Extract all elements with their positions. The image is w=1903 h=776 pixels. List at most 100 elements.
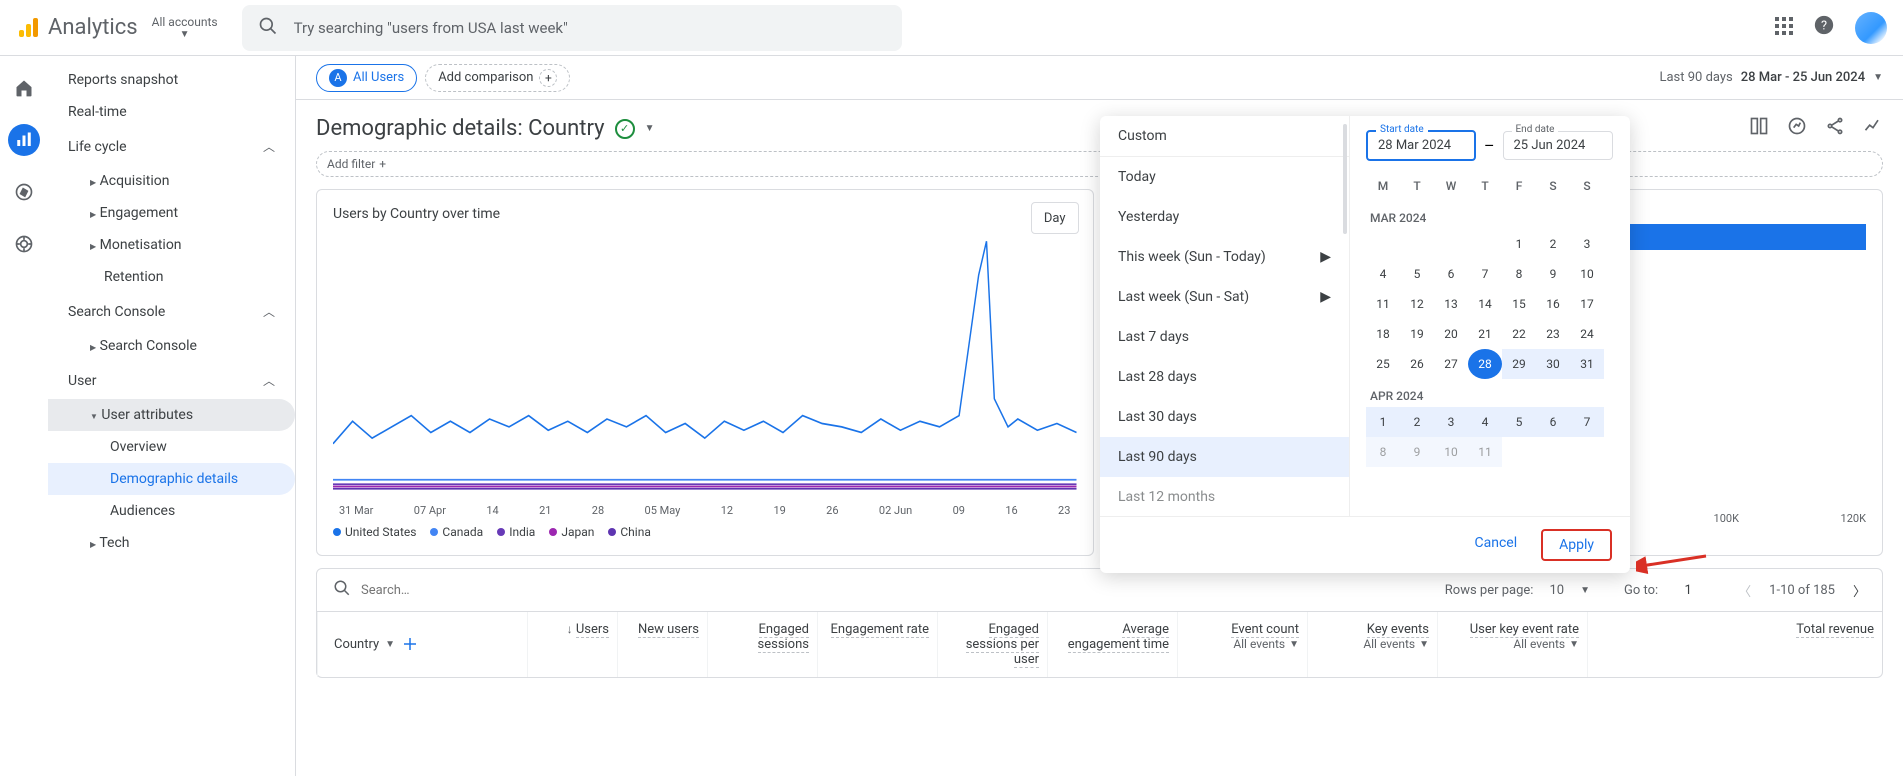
- calendar-day[interactable]: 7: [1468, 259, 1502, 289]
- calendar-day[interactable]: 5: [1502, 407, 1536, 437]
- calendar-day[interactable]: 18: [1366, 319, 1400, 349]
- calendar-day[interactable]: 23: [1536, 319, 1570, 349]
- sidebar-search-console[interactable]: ▶ Search Console: [48, 330, 295, 362]
- legend-item[interactable]: Japan: [549, 525, 594, 539]
- sidebar-retention[interactable]: Retention: [48, 261, 295, 293]
- calendar-day[interactable]: 8: [1502, 259, 1536, 289]
- search-box[interactable]: Try searching "users from USA last week": [242, 5, 902, 51]
- calendar-day[interactable]: 15: [1502, 289, 1536, 319]
- rail-reports[interactable]: [8, 124, 40, 156]
- calendar-day[interactable]: 17: [1570, 289, 1604, 319]
- rail-advertising[interactable]: [8, 228, 40, 260]
- preset-this-week[interactable]: This week (Sun - Today)▶: [1100, 237, 1349, 277]
- scrollbar[interactable]: [1343, 124, 1347, 234]
- cancel-button[interactable]: Cancel: [1464, 529, 1527, 561]
- sidebar-realtime[interactable]: Real-time: [48, 96, 295, 128]
- sidebar-section-search-console[interactable]: Search Console︿: [48, 293, 295, 330]
- th-new-users[interactable]: New users: [617, 612, 707, 677]
- calendar-day[interactable]: 25: [1366, 349, 1400, 379]
- calendar-day[interactable]: 26: [1400, 349, 1434, 379]
- trend-icon[interactable]: [1863, 116, 1883, 141]
- chip-add-comparison[interactable]: Add comparison +: [425, 64, 570, 92]
- calendar-day[interactable]: 2: [1536, 229, 1570, 259]
- calendar-day[interactable]: 3: [1570, 229, 1604, 259]
- preset-yesterday[interactable]: Yesterday: [1100, 197, 1349, 237]
- add-dimension-icon[interactable]: [401, 635, 421, 655]
- logo-box[interactable]: Analytics: [16, 15, 138, 40]
- calendar-day[interactable]: 10: [1434, 437, 1468, 467]
- th-total-revenue[interactable]: Total revenue: [1587, 612, 1882, 677]
- sidebar-user-attributes[interactable]: ▼ User attributes: [48, 399, 295, 431]
- preset-custom[interactable]: Custom: [1100, 116, 1349, 156]
- help-icon[interactable]: ?: [1813, 14, 1835, 41]
- calendar-day[interactable]: 3: [1434, 407, 1468, 437]
- legend-item[interactable]: United States: [333, 525, 416, 539]
- sidebar-section-lifecycle[interactable]: Life cycle︿: [48, 128, 295, 165]
- calendar-day[interactable]: 9: [1400, 437, 1434, 467]
- account-selector[interactable]: All accounts ▼: [152, 15, 218, 40]
- th-engagement-rate[interactable]: Engagement rate: [817, 612, 937, 677]
- sidebar-overview[interactable]: Overview: [48, 431, 295, 463]
- apps-grid-icon[interactable]: [1775, 16, 1793, 40]
- calendar-day[interactable]: 29: [1502, 349, 1536, 379]
- preset-last7[interactable]: Last 7 days: [1100, 317, 1349, 357]
- calendar-day[interactable]: 9: [1536, 259, 1570, 289]
- th-event-count[interactable]: Event countAll events ▼: [1177, 612, 1307, 677]
- preset-last30[interactable]: Last 30 days: [1100, 397, 1349, 437]
- calendar-day[interactable]: 6: [1536, 407, 1570, 437]
- chip-all-users[interactable]: A All Users: [316, 64, 417, 92]
- check-badge-icon[interactable]: ✓: [615, 119, 635, 139]
- sidebar-reports-snapshot[interactable]: Reports snapshot: [48, 64, 295, 96]
- legend-item[interactable]: Canada: [430, 525, 483, 539]
- end-date-input[interactable]: End date 25 Jun 2024: [1503, 131, 1613, 160]
- th-avg-engagement-time[interactable]: Average engagement time: [1047, 612, 1177, 677]
- legend-item[interactable]: India: [497, 525, 535, 539]
- calendar-day[interactable]: 11: [1366, 289, 1400, 319]
- calendar-day[interactable]: 24: [1570, 319, 1604, 349]
- sidebar-section-user[interactable]: User︿: [48, 362, 295, 399]
- caret-down-icon[interactable]: ▼: [645, 123, 655, 134]
- th-key-events[interactable]: Key eventsAll events ▼: [1307, 612, 1437, 677]
- apply-button[interactable]: Apply: [1541, 529, 1612, 561]
- sidebar-engagement[interactable]: ▶ Engagement: [48, 197, 295, 229]
- preset-last28[interactable]: Last 28 days: [1100, 357, 1349, 397]
- calendar-day[interactable]: 1: [1502, 229, 1536, 259]
- start-date-input[interactable]: Start date 28 Mar 2024: [1366, 130, 1476, 161]
- calendar-day[interactable]: 8: [1366, 437, 1400, 467]
- calendar-day[interactable]: 4: [1468, 407, 1502, 437]
- prev-page-icon[interactable]: 〈: [1738, 581, 1751, 600]
- calendar-day[interactable]: 31: [1570, 349, 1604, 379]
- next-page-icon[interactable]: 〉: [1853, 581, 1866, 600]
- calendar-day[interactable]: 5: [1400, 259, 1434, 289]
- legend-item[interactable]: China: [608, 525, 651, 539]
- caret-down-icon[interactable]: ▼: [1580, 585, 1590, 596]
- date-range-picker-trigger[interactable]: Last 90 days 28 Mar - 25 Jun 2024 ▼: [1659, 70, 1883, 85]
- calendar-day[interactable]: 20: [1434, 319, 1468, 349]
- table-search-input[interactable]: [361, 583, 561, 598]
- th-users[interactable]: ↓ Users: [527, 612, 617, 677]
- th-engaged-sessions[interactable]: Engaged sessions: [707, 612, 817, 677]
- preset-last90[interactable]: Last 90 days: [1100, 437, 1349, 477]
- rail-explore[interactable]: [8, 176, 40, 208]
- rail-home[interactable]: [8, 72, 40, 104]
- calendar-day[interactable]: 28: [1468, 349, 1502, 379]
- calendar-day[interactable]: 16: [1536, 289, 1570, 319]
- calendar-day[interactable]: 13: [1434, 289, 1468, 319]
- th-engaged-sessions-per-user[interactable]: Engaged sessions per user: [937, 612, 1047, 677]
- user-avatar[interactable]: [1855, 12, 1887, 44]
- preset-today[interactable]: Today: [1100, 157, 1349, 197]
- calendar-day[interactable]: 11: [1468, 437, 1502, 467]
- th-country[interactable]: Country ▼: [317, 612, 527, 677]
- sidebar-audiences[interactable]: Audiences: [48, 495, 295, 527]
- calendar-day[interactable]: 21: [1468, 319, 1502, 349]
- sidebar-monetisation[interactable]: ▶ Monetisation: [48, 229, 295, 261]
- share-icon[interactable]: [1825, 116, 1845, 141]
- th-user-key-event-rate[interactable]: User key event rateAll events ▼: [1437, 612, 1587, 677]
- calendar-day[interactable]: 2: [1400, 407, 1434, 437]
- preset-last-week[interactable]: Last week (Sun - Sat)▶: [1100, 277, 1349, 317]
- calendar-day[interactable]: 1: [1366, 407, 1400, 437]
- calendar-day[interactable]: 4: [1366, 259, 1400, 289]
- insights-icon[interactable]: [1787, 116, 1807, 141]
- calendar-day[interactable]: 12: [1400, 289, 1434, 319]
- calendar-day[interactable]: 22: [1502, 319, 1536, 349]
